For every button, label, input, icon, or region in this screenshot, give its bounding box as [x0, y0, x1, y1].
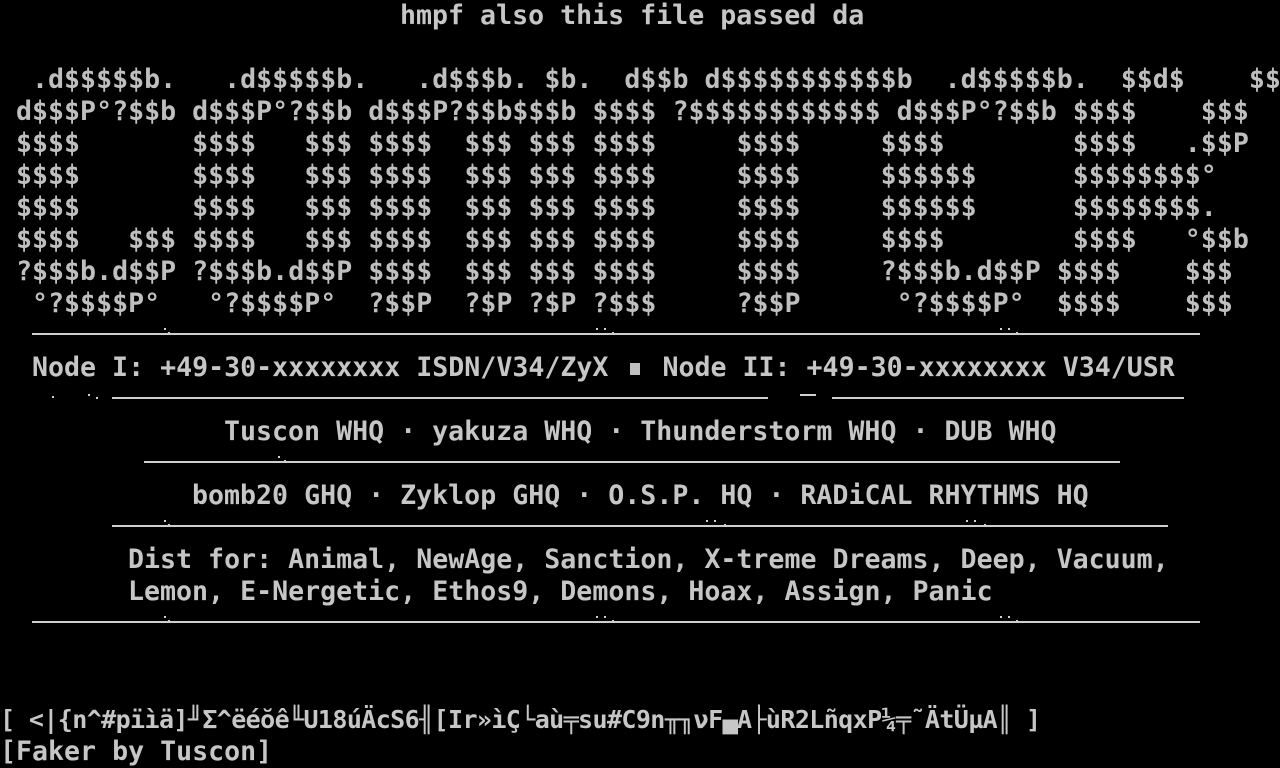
logo-line: $$$$ $$$$ $$$ $$$$ $$$ $$$ $$$$ $$$$ $$$… [0, 160, 1217, 191]
credit-line: [Faker by Tuscon] [0, 736, 273, 767]
divider-dots [592, 328, 632, 334]
logo-line: $$$$ $$$$ $$$ $$$$ $$$ $$$ $$$$ $$$$ $$$… [0, 192, 1217, 223]
terminal-screen: hmpf also this file passed da .d$$$$$b. … [0, 0, 1280, 768]
logo-line: d$$$P°?$$b d$$$P°?$$b d$$$P?$$b$$$b $$$$… [0, 96, 1249, 127]
divider-dots [996, 616, 1036, 622]
divider-dots [996, 328, 1036, 334]
divider-dots [592, 616, 632, 622]
nodes-line: Node I: +49-30-xxxxxxxx ISDN/V34/ZyX Nod… [32, 352, 1175, 384]
divider-dots [52, 394, 112, 400]
divider-dots [276, 456, 296, 462]
dist-line-2: Lemon, E-Nergetic, Ethos9, Demons, Hoax,… [128, 576, 993, 607]
divider-line [112, 525, 1168, 527]
logo-line: $$$$ $$$$ $$$ $$$$ $$$ $$$ $$$$ $$$$ $$$… [0, 128, 1249, 159]
garbage-line: [ <|{n^#pïìä]╜Σ^ëéŏê╙U18úÄcS6╢[Ir»ìÇ└aù╤… [0, 705, 1041, 734]
node-2-number: +49-30-xxxxxxxx V34/USR [806, 352, 1175, 383]
header-text: hmpf also this file passed da [400, 0, 865, 31]
square-bullet-icon [630, 362, 641, 375]
divider-line [832, 397, 1184, 399]
logo-line: .d$$$$$b. .d$$$$$b. .d$$$b. $b. d$$b d$$… [0, 64, 1280, 95]
divider-line [112, 397, 768, 399]
node-1-number: +49-30-xxxxxxxx ISDN/V34/ZyX [160, 352, 609, 383]
whq-line: Tuscon WHQ · yakuza WHQ · Thunderstorm W… [224, 416, 1057, 447]
divider-dots [160, 328, 200, 334]
ghq-line: bomb20 GHQ · Zyklop GHQ · O.S.P. HQ · RA… [192, 480, 1089, 511]
divider-dots [160, 616, 180, 622]
logo-line: ?$$$b.d$$P ?$$$b.d$$P $$$$ $$$ $$$ $$$$ … [0, 256, 1233, 287]
node-1-label: Node I: [32, 352, 145, 383]
divider-dots [960, 520, 1000, 526]
node-2-label: Node II: [662, 352, 791, 383]
divider-dash [800, 394, 816, 396]
logo-line: °?$$$$P° °?$$$$P° ?$$P ?$P ?$P ?$$$ ?$$P… [0, 288, 1233, 319]
dist-line-1: Dist for: Animal, NewAge, Sanction, X-tr… [128, 544, 1169, 575]
logo-line: $$$$ $$$ $$$$ $$$ $$$$ $$$ $$$ $$$$ $$$$… [0, 224, 1249, 255]
divider-dots [700, 520, 740, 526]
divider-dots [160, 520, 180, 526]
